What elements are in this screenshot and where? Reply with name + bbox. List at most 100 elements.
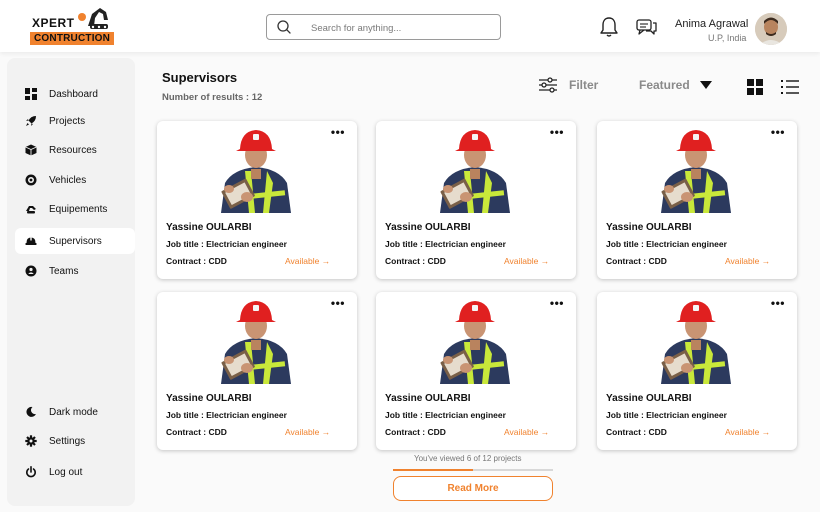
gear-icon [24,434,38,448]
supervisor-name: Yassine OULARBI [606,222,692,233]
sidebar-item-label: Equipements [49,203,108,215]
supervisor-photo [661,130,731,213]
more-options-icon[interactable]: ••• [331,125,345,139]
availability-link[interactable]: Available → [725,256,770,266]
supervisor-photo [440,301,510,384]
sidebar-item-dark-mode[interactable]: Dark mode [15,399,135,425]
user-location: U.P, India [708,33,747,43]
supervisor-name: Yassine OULARBI [166,222,252,233]
supervisor-job-title: Job title : Electrician engineer [606,239,727,249]
excavator-icon [78,8,108,29]
grid-view-icon[interactable] [747,79,763,95]
sidebar-item-label: Resources [49,144,97,156]
more-options-icon[interactable]: ••• [550,125,564,139]
sidebar-item-label: Settings [49,435,86,447]
supervisor-job-title: Job title : Electrician engineer [385,239,506,249]
availability-link[interactable]: Available → [285,256,330,266]
supervisor-photo [661,301,731,384]
viewed-progress-bar [393,469,553,471]
supervisor-card[interactable]: ••• Yassine OULARBI Job title : Electric… [157,121,357,279]
sidebar-item-label: Dark mode [49,406,98,418]
sidebar-item-label: Log out [49,466,83,478]
availability-link[interactable]: Available → [504,427,549,437]
sidebar-item-label: Dashboard [49,88,98,100]
sidebar-item-log-out[interactable]: Log out [15,459,135,485]
helmet-icon [24,234,38,248]
power-icon [24,465,38,479]
caret-down-icon [699,81,712,89]
supervisor-contract: Contract : CDD [166,256,227,266]
sidebar-item-projects[interactable]: Projects [15,108,135,134]
sort-dropdown[interactable]: Featured [639,78,712,92]
list-view-icon[interactable] [781,79,799,95]
supervisor-contract: Contract : CDD [606,256,667,266]
supervisor-photo [221,301,291,384]
vehicle-icon [24,173,38,187]
more-options-icon[interactable]: ••• [331,296,345,310]
sidebar-item-label: Supervisors [49,235,102,247]
supervisor-job-title: Job title : Electrician engineer [166,239,287,249]
supervisor-job-title: Job title : Electrician engineer [385,410,506,420]
equipment-icon [24,202,38,216]
results-count: Number of results : 12 [162,92,263,103]
avatar[interactable] [755,13,787,45]
sidebar-item-label: Teams [49,265,79,277]
viewed-progress-fill [393,469,473,471]
supervisor-job-title: Job title : Electrician engineer [166,410,287,420]
supervisor-name: Yassine OULARBI [385,393,471,404]
moon-icon [24,405,38,419]
logo-text-top: XPERT [32,16,75,30]
search-bar[interactable] [266,14,501,40]
supervisor-photo [440,130,510,213]
supervisor-name: Yassine OULARBI [385,222,471,233]
sidebar-item-label: Vehicles [49,174,87,186]
supervisor-job-title: Job title : Electrician engineer [606,410,727,420]
supervisor-name: Yassine OULARBI [166,393,252,404]
supervisor-name: Yassine OULARBI [606,393,692,404]
supervisor-photo [221,130,291,213]
team-icon [24,264,38,278]
rocket-icon [24,114,38,128]
sidebar-item-vehicles[interactable]: Vehicles [15,167,135,193]
sidebar-item-label: Projects [49,115,86,127]
logo[interactable]: XPERT CONTRUCTION [30,6,115,46]
logo-text-bottom: CONTRUCTION [30,32,115,45]
supervisor-card[interactable]: ••• Yassine OULARBI Job title : Electric… [597,292,797,450]
supervisor-contract: Contract : CDD [606,427,667,437]
top-header: XPERT CONTRUCTION Anima Agrawal U.P, Ind… [0,0,820,52]
supervisor-contract: Contract : CDD [385,256,446,266]
viewed-count: You've viewed 6 of 12 projects [414,454,522,463]
availability-link[interactable]: Available → [504,256,549,266]
search-icon [277,20,291,34]
sidebar-item-dashboard[interactable]: Dashboard [15,81,135,107]
sidebar-item-teams[interactable]: Teams [15,258,135,284]
availability-link[interactable]: Available → [725,427,770,437]
more-options-icon[interactable]: ••• [771,125,785,139]
filter-button[interactable]: Filter [538,76,598,94]
supervisor-contract: Contract : CDD [385,427,446,437]
filter-sliders-icon [539,77,557,93]
supervisor-card[interactable]: ••• Yassine OULARBI Job title : Electric… [376,121,576,279]
box-icon [24,143,38,157]
supervisor-card[interactable]: ••• Yassine OULARBI Job title : Electric… [157,292,357,450]
supervisor-card[interactable]: ••• Yassine OULARBI Job title : Electric… [376,292,576,450]
sidebar-item-equipements[interactable]: Equipements [15,196,135,222]
more-options-icon[interactable]: ••• [550,296,564,310]
sidebar: Dashboard Projects Resources Vehicles Eq… [7,58,135,506]
user-name: Anima Agrawal [675,18,749,30]
filter-label: Filter [569,78,599,92]
supervisor-contract: Contract : CDD [166,427,227,437]
more-options-icon[interactable]: ••• [771,296,785,310]
sort-label: Featured [639,78,690,92]
page-title: Supervisors [162,70,238,85]
sidebar-item-supervisors[interactable]: Supervisors [15,228,135,254]
dashboard-icon [24,87,38,101]
messages-icon[interactable] [636,17,658,37]
search-input[interactable] [311,19,491,37]
sidebar-item-resources[interactable]: Resources [15,137,135,163]
supervisor-card[interactable]: ••• Yassine OULARBI Job title : Electric… [597,121,797,279]
sidebar-item-settings[interactable]: Settings [15,428,135,454]
read-more-button[interactable]: Read More [393,476,553,501]
availability-link[interactable]: Available → [285,427,330,437]
notification-bell-icon[interactable] [599,16,619,38]
